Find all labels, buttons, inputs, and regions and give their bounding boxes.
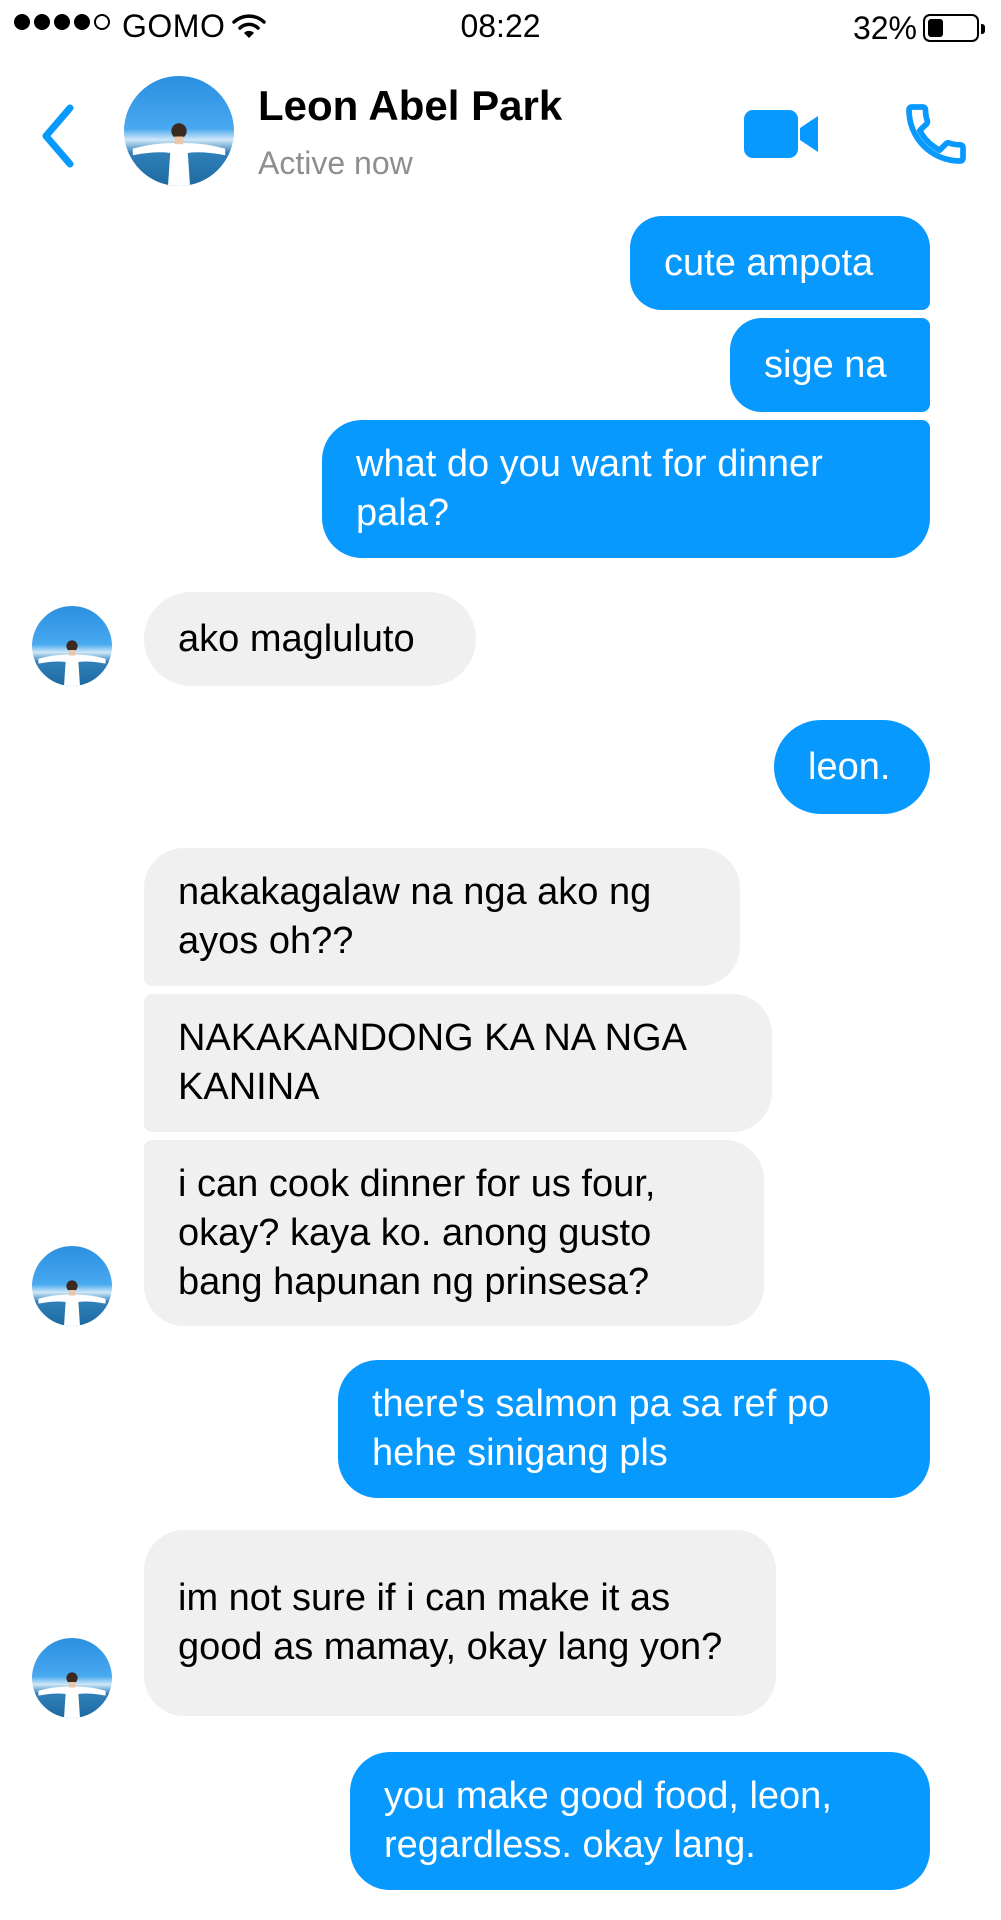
incoming-message[interactable]: NAKAKANDONG KA NA NGA KANINA xyxy=(144,994,772,1132)
person-silhouette-icon xyxy=(132,123,226,186)
battery-level xyxy=(928,19,943,37)
person-silhouette-icon xyxy=(38,640,106,686)
outgoing-message[interactable]: leon. xyxy=(774,720,930,814)
battery-percentage: 32% xyxy=(852,10,917,46)
contact-avatar[interactable] xyxy=(32,606,112,686)
contact-avatar[interactable] xyxy=(32,1246,112,1326)
contact-avatar[interactable] xyxy=(32,1638,112,1718)
presence-status: Active now xyxy=(258,145,413,181)
contact-name[interactable]: Leon Abel Park xyxy=(258,82,562,130)
battery-icon xyxy=(923,14,985,42)
status-bar: GOMO 08:22 32% xyxy=(0,0,1001,56)
incoming-message[interactable]: i can cook dinner for us four, okay? kay… xyxy=(144,1140,764,1326)
video-camera-icon[interactable] xyxy=(742,104,822,164)
outgoing-message[interactable]: you make good food, leon, regardless. ok… xyxy=(350,1752,930,1890)
incoming-message[interactable]: nakakagalaw na nga ako ng ayos oh?? xyxy=(144,848,740,986)
outgoing-message[interactable]: what do you want for dinner pala? xyxy=(322,420,930,558)
status-time: 08:22 xyxy=(460,8,541,44)
chevron-left-icon[interactable] xyxy=(36,100,80,172)
outgoing-message[interactable]: sige na xyxy=(730,318,930,412)
contact-avatar[interactable] xyxy=(124,76,234,186)
incoming-message[interactable]: im not sure if i can make it as good as … xyxy=(144,1530,776,1716)
person-silhouette-icon xyxy=(38,1672,106,1718)
person-silhouette-icon xyxy=(38,1280,106,1326)
chat-header: Leon Abel Park Active now xyxy=(0,60,1001,190)
outgoing-message[interactable]: there's salmon pa sa ref po hehe sinigan… xyxy=(338,1360,930,1498)
outgoing-message[interactable]: cute ampota xyxy=(630,216,930,310)
phone-icon[interactable] xyxy=(900,98,972,170)
incoming-message[interactable]: ako magluluto xyxy=(144,592,476,686)
